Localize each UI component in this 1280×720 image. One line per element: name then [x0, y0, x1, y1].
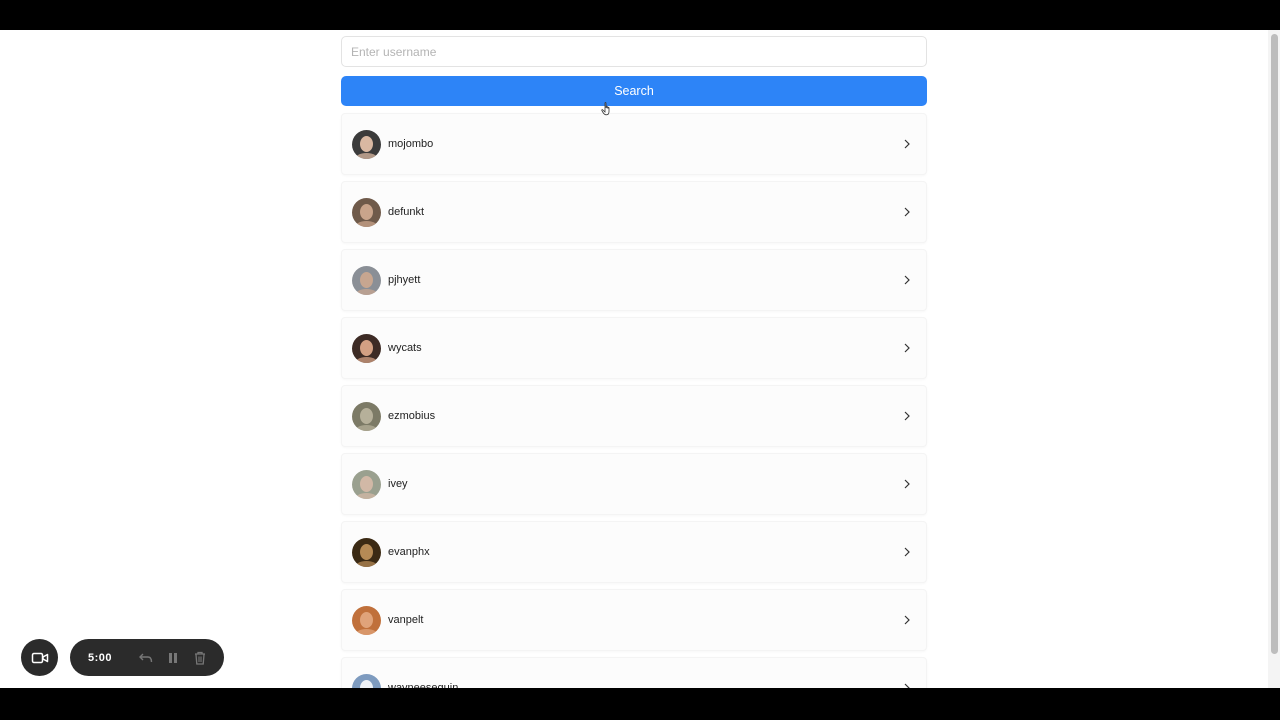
video-camera-button[interactable]: [21, 639, 58, 676]
chevron-right-icon: [904, 547, 910, 557]
user-list-item[interactable]: pjhyett: [341, 249, 927, 311]
user-list-item[interactable]: wayneeseguin: [341, 657, 927, 688]
pause-button[interactable]: [159, 650, 186, 666]
chevron-right-icon: [904, 411, 910, 421]
avatar: [352, 605, 381, 635]
avatar: [352, 537, 381, 567]
user-list-item[interactable]: ivey: [341, 453, 927, 515]
recording-controls: 5:00: [70, 639, 224, 676]
undo-button[interactable]: [132, 650, 159, 666]
user-list-item[interactable]: defunkt: [341, 181, 927, 243]
chevron-right-icon: [904, 343, 910, 353]
avatar: [352, 129, 381, 159]
undo-icon: [138, 653, 152, 662]
chevron-right-icon: [904, 207, 910, 217]
search-button[interactable]: Search: [341, 76, 927, 106]
avatar: [352, 469, 381, 499]
trash-icon: [194, 651, 205, 665]
avatar: [352, 265, 381, 295]
user-list-item[interactable]: vanpelt: [341, 589, 927, 651]
avatar: [352, 401, 381, 431]
user-list: mojombo defunkt pjhyett wycats ezmobius ivey e…: [341, 113, 927, 688]
recording-timer: 5:00: [88, 651, 113, 664]
search-container: Search mojombo defunkt pjhyett wycats ezmobi…: [341, 36, 927, 688]
avatar: [352, 333, 381, 363]
video-camera-icon: [31, 652, 48, 663]
username-label: defunkt: [388, 206, 425, 218]
pause-icon: [168, 652, 177, 663]
username-label: ivey: [388, 478, 408, 490]
chevron-right-icon: [904, 683, 910, 688]
avatar: [352, 673, 381, 688]
chevron-right-icon: [904, 275, 910, 285]
scrollbar-track[interactable]: [1268, 30, 1280, 688]
username-label: pjhyett: [388, 274, 421, 286]
username-label: wycats: [388, 342, 422, 354]
username-label: ezmobius: [388, 410, 436, 422]
user-list-item[interactable]: ezmobius: [341, 385, 927, 447]
username-label: vanpelt: [388, 614, 424, 626]
chevron-right-icon: [904, 139, 910, 149]
chevron-right-icon: [904, 479, 910, 489]
page-viewport: Search mojombo defunkt pjhyett wycats ezmobi…: [0, 30, 1280, 688]
delete-button[interactable]: [186, 650, 213, 666]
username-label: evanphx: [388, 546, 430, 558]
chevron-right-icon: [904, 615, 910, 625]
user-list-item[interactable]: evanphx: [341, 521, 927, 583]
username-label: wayneeseguin: [388, 682, 459, 688]
username-search-input[interactable]: [341, 36, 927, 67]
user-list-item[interactable]: mojombo: [341, 113, 927, 175]
avatar: [352, 197, 381, 227]
user-list-item[interactable]: wycats: [341, 317, 927, 379]
username-label: mojombo: [388, 138, 434, 150]
scrollbar-thumb[interactable]: [1271, 34, 1278, 654]
hand-cursor-icon: [601, 102, 610, 116]
